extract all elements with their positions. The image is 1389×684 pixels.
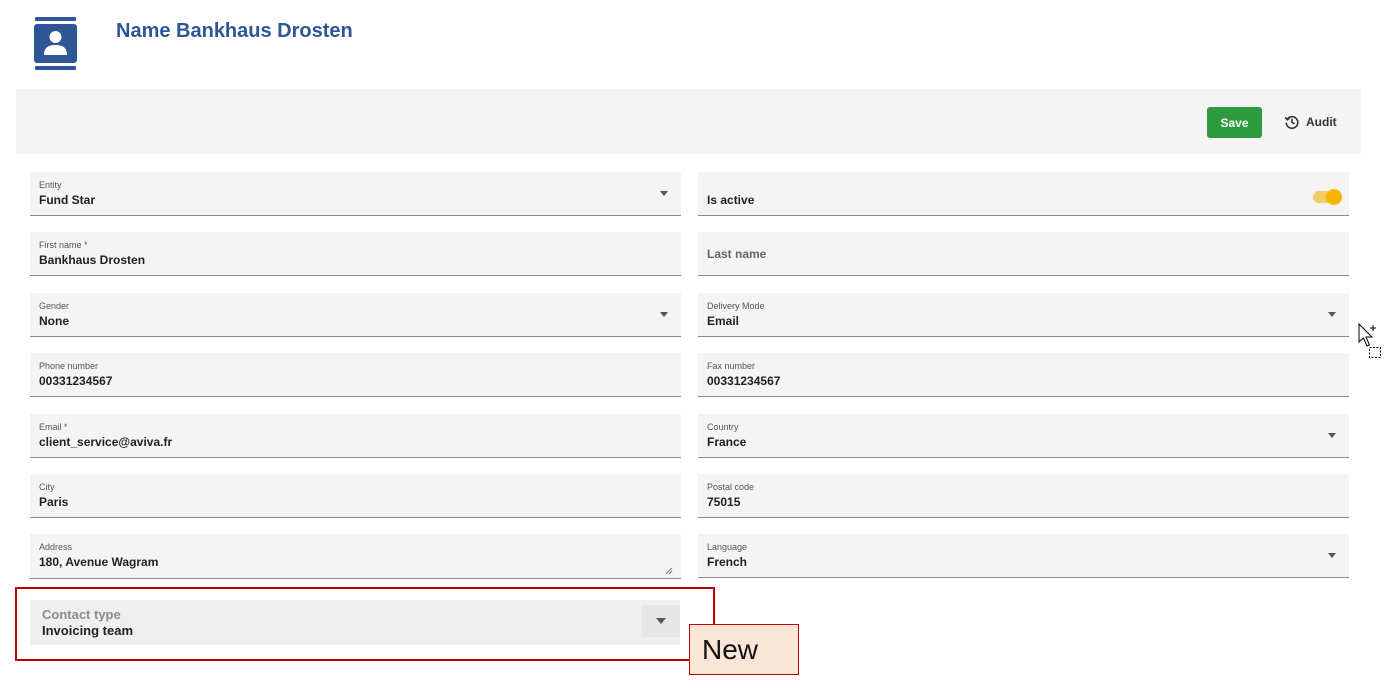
contact-card-icon: [34, 17, 77, 70]
email-label: Email *: [39, 422, 68, 432]
entity-label: Entity: [39, 180, 62, 190]
new-callout: New: [689, 624, 799, 675]
chevron-down-icon: [1328, 553, 1336, 558]
audit-button[interactable]: Audit: [1284, 111, 1337, 133]
toolbar: [16, 89, 1361, 154]
gender-label: Gender: [39, 301, 70, 311]
first-name-label: First name *: [39, 240, 88, 250]
chevron-down-icon: [1328, 433, 1336, 438]
entity-select[interactable]: Entity Fund Star: [30, 172, 681, 216]
email-field[interactable]: Email * client_service@aviva.fr: [30, 414, 681, 458]
address-label: Address: [39, 542, 73, 552]
phone-number-label: Phone number: [39, 361, 99, 371]
postal-code-label: Postal code: [707, 482, 755, 492]
chevron-down-icon: [660, 312, 668, 317]
fax-number-value: 00331234567: [707, 374, 781, 388]
toggle-knob: [1326, 189, 1342, 205]
country-value: France: [707, 435, 747, 449]
contact-type-dropdown-button[interactable]: [642, 605, 680, 637]
is-active-label: Is active: [707, 193, 755, 207]
contact-edit-page: Name Bankhaus Drosten Save Audit Entity …: [0, 0, 1389, 684]
last-name-field[interactable]: Last name: [698, 232, 1349, 276]
fax-number-label: Fax number: [707, 361, 756, 371]
is-active-field: Is active: [698, 172, 1349, 216]
page-title: Name Bankhaus Drosten: [116, 20, 353, 42]
address-textarea[interactable]: Address 180, Avenue Wagram: [30, 534, 681, 579]
chevron-down-icon: [656, 618, 666, 624]
city-field[interactable]: City Paris: [30, 474, 681, 518]
country-label: Country: [707, 422, 739, 432]
save-button[interactable]: Save: [1207, 107, 1262, 138]
language-label: Language: [707, 542, 748, 552]
first-name-value: Bankhaus Drosten: [39, 253, 146, 267]
postal-code-value: 75015: [707, 495, 741, 509]
language-select[interactable]: Language French: [698, 534, 1349, 578]
language-value: French: [707, 555, 748, 569]
first-name-field[interactable]: First name * Bankhaus Drosten: [30, 232, 681, 276]
entity-value: Fund Star: [39, 193, 95, 207]
fax-number-field[interactable]: Fax number 00331234567: [698, 353, 1349, 397]
phone-number-value: 00331234567: [39, 374, 113, 388]
is-active-toggle[interactable]: [1310, 189, 1342, 205]
email-value: client_service@aviva.fr: [39, 435, 173, 449]
cursor-copy-icon: [1358, 322, 1381, 358]
chevron-down-icon: [660, 191, 668, 196]
postal-code-field[interactable]: Postal code 75015: [698, 474, 1349, 518]
phone-number-field[interactable]: Phone number 00331234567: [30, 353, 681, 397]
city-label: City: [39, 482, 55, 492]
delivery-mode-label: Delivery Mode: [707, 301, 765, 311]
delivery-mode-value: Email: [707, 314, 740, 328]
country-select[interactable]: Country France: [698, 414, 1349, 458]
address-value: 180, Avenue Wagram: [39, 555, 159, 569]
audit-label: Audit: [1306, 115, 1337, 129]
last-name-placeholder: Last name: [707, 247, 767, 261]
chevron-down-icon: [1328, 312, 1336, 317]
gender-value: None: [39, 314, 69, 328]
contact-type-label: Contact type: [42, 607, 121, 622]
resize-handle-icon[interactable]: [665, 567, 673, 575]
city-value: Paris: [39, 495, 69, 509]
gender-select[interactable]: Gender None: [30, 293, 681, 337]
contact-type-select[interactable]: Contact type Invoicing team: [30, 600, 680, 645]
delivery-mode-select[interactable]: Delivery Mode Email: [698, 293, 1349, 337]
contact-type-value: Invoicing team: [42, 623, 134, 638]
history-icon: [1284, 115, 1299, 130]
